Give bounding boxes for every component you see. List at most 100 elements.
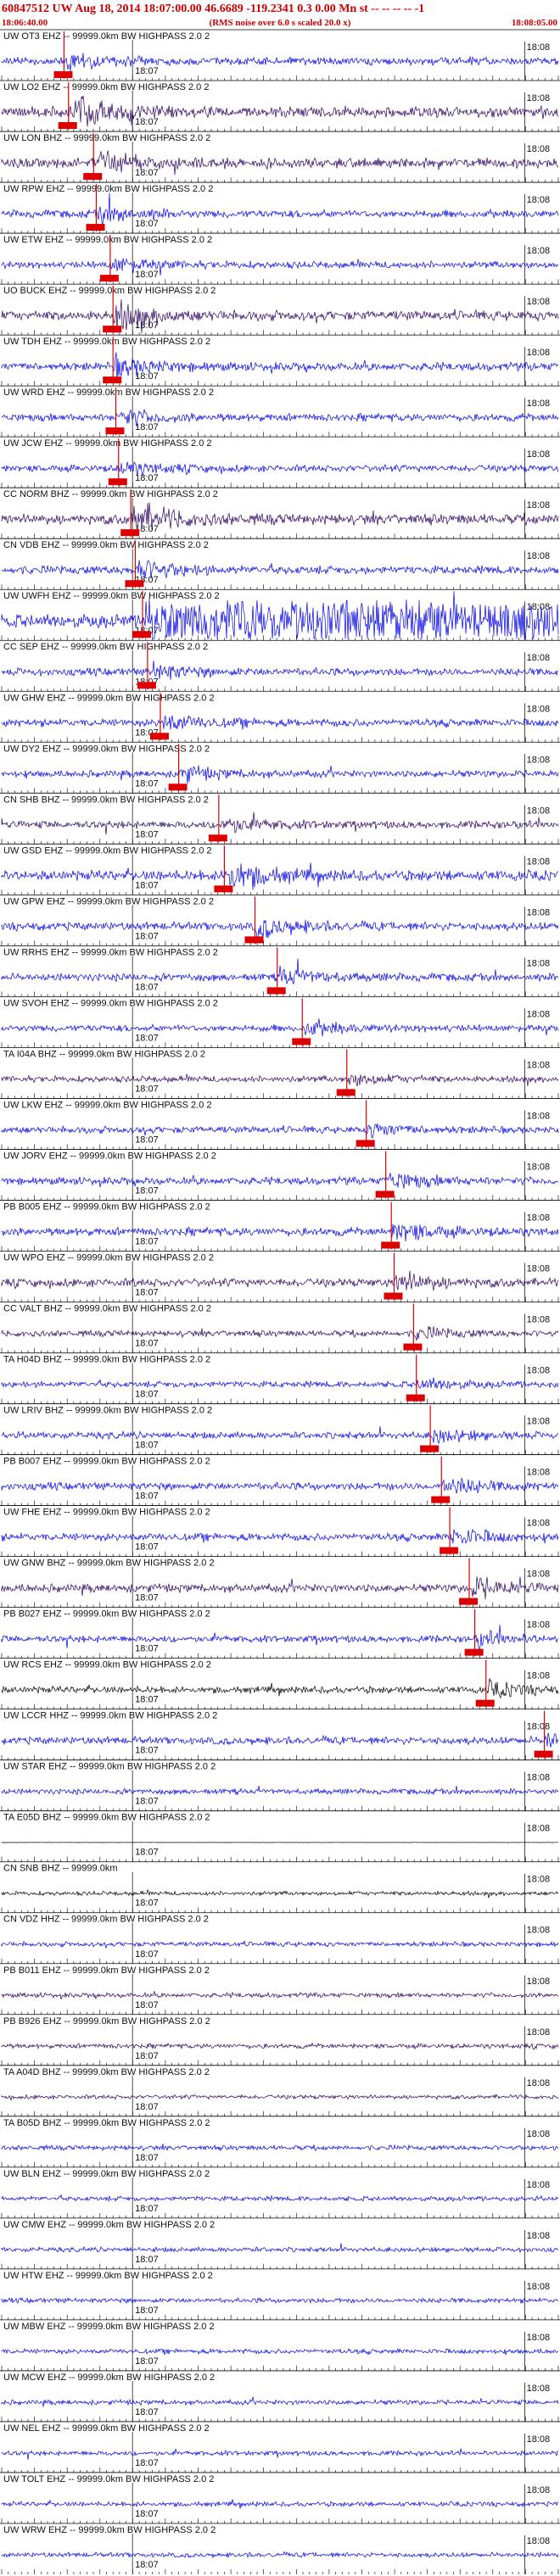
minute-label: 18:07 [135, 1288, 159, 1298]
minute-label: 18:07 [135, 1695, 159, 1705]
minute-label: 18:08 [527, 1570, 551, 1580]
pick-flag [99, 275, 119, 282]
minute-label: 18:07 [135, 168, 159, 178]
pick-flag [464, 1648, 484, 1656]
minute-label: 18:07 [135, 2458, 159, 2468]
minute-label: 18:08 [527, 1875, 551, 1885]
minute-label: 18:08 [527, 653, 551, 663]
station-label: TA H04D BHZ -- 99999.0km BW HIGHPASS 2.0… [3, 1355, 210, 1365]
station-label: UW LON BHZ -- 99999.0km BW HIGHPASS 2.0 … [3, 133, 210, 143]
minute-label: 18:07 [135, 1746, 159, 1756]
pick-flag [475, 1699, 495, 1707]
station-label: CN SNB BHZ -- 99999.0km [3, 1864, 117, 1874]
pick-flag [266, 987, 286, 995]
minute-label: 18:08 [527, 195, 551, 205]
minute-label: 18:08 [527, 246, 551, 256]
minute-label: 18:08 [527, 1926, 551, 1936]
minute-label: 18:07 [135, 1084, 159, 1094]
pick-flag [108, 478, 127, 486]
station-label: UW GSD EHZ -- 99999.0km BW HIGHPASS 2.0 … [3, 845, 212, 856]
minute-label: 18:08 [527, 2180, 551, 2190]
minute-label: 18:07 [135, 2255, 159, 2265]
pick-flag [406, 1394, 425, 1402]
pick-flag [403, 1343, 423, 1351]
minute-label: 18:07 [135, 1644, 159, 1654]
minute-label: 18:08 [527, 399, 551, 409]
minute-label: 18:08 [527, 1213, 551, 1223]
minute-label: 18:08 [527, 704, 551, 714]
minute-label: 18:07 [135, 2407, 159, 2417]
minute-label: 18:08 [527, 2536, 551, 2546]
station-label: UW HTW EHZ -- 99999.0km BW HIGHPASS 2.0 … [3, 2271, 213, 2281]
minute-label: 18:08 [527, 1468, 551, 1478]
minute-label: 18:07 [135, 880, 159, 890]
minute-label: 18:07 [135, 1797, 159, 1807]
station-label: UW RPW EHZ -- 99999.0km BW HIGHPASS 2.0 … [3, 184, 213, 194]
event-title: 60847512 UW Aug 18, 2014 18:07:00.00 46.… [2, 3, 424, 15]
station-label: UW LRIV BHZ -- 99999.0km BW HIGHPASS 2.0… [3, 1406, 212, 1416]
pick-flag [440, 1547, 459, 1554]
minute-label: 18:08 [527, 755, 551, 765]
pick-flag [431, 1496, 451, 1503]
station-label: PB B005 EHZ -- 99999.0km BW HIGHPASS 2.0… [3, 1202, 210, 1212]
station-label: UW WRW EHZ -- 99999.0km BW HIGHPASS 2.0 … [3, 2525, 216, 2535]
minute-label: 18:08 [527, 2384, 551, 2394]
minute-label: 18:08 [527, 42, 551, 53]
minute-label: 18:08 [527, 1773, 551, 1783]
station-label: UW LKW EHZ -- 99999.0km BW HIGHPASS 2.0 … [3, 1100, 212, 1110]
station-label: TA B05D BHZ -- 99999.0km BW HIGHPASS 2.0… [3, 2118, 210, 2128]
station-label: UW WRD EHZ -- 99999.0km BW HIGHPASS 2.0 … [3, 388, 214, 398]
minute-label: 18:08 [527, 2333, 551, 2343]
rms-note: (RMS noise over 6.0 s scaled 20.0 x) [210, 18, 351, 28]
station-label: UW ETW EHZ -- 99999.0km BW HIGHPASS 2.0 … [3, 235, 212, 245]
pick-flag [120, 529, 140, 537]
minute-label: 18:07 [135, 1135, 159, 1145]
pick-flag [103, 326, 122, 333]
station-label: UW LO2 EHZ -- 99999.0km BW HIGHPASS 2.0 … [3, 82, 209, 92]
station-label: TA E05D BHZ -- 99999.0km BW HIGHPASS 2.0… [3, 1813, 210, 1823]
station-label: UW BLN EHZ -- 99999.0km BW HIGHPASS 2.0 … [3, 2169, 210, 2179]
station-label: PB B007 EHZ -- 99999.0km BW HIGHPASS 2.0… [3, 1457, 210, 1467]
minute-label: 18:08 [527, 1315, 551, 1325]
pick-flag [149, 733, 169, 740]
minute-label: 18:07 [135, 1542, 159, 1553]
station-label: UW SVOH EHZ -- 99999.0km BW HIGHPASS 2.0… [3, 998, 218, 1008]
pick-flag [168, 783, 188, 791]
pick-flag [125, 580, 144, 588]
minute-label: 18:07 [135, 778, 159, 789]
minute-label: 18:08 [527, 348, 551, 358]
pick-flag [103, 376, 122, 384]
minute-label: 18:07 [135, 1492, 159, 1502]
minute-label: 18:08 [527, 2129, 551, 2139]
pick-flag [58, 122, 77, 130]
pick-flag [137, 682, 156, 689]
minute-label: 18:08 [527, 2485, 551, 2495]
minute-label: 18:07 [135, 931, 159, 941]
minute-label: 18:07 [135, 1848, 159, 1858]
minute-label: 18:07 [135, 422, 159, 432]
station-label: CN SHB BHZ -- 99999.0km BW HIGHPASS 2.0 … [3, 795, 209, 805]
minute-label: 18:07 [135, 1441, 159, 1451]
minute-label: 18:08 [527, 1162, 551, 1172]
minute-label: 18:08 [527, 1722, 551, 1732]
station-label: UW FHE EHZ -- 99999.0km BW HIGHPASS 2.0 … [3, 1508, 210, 1518]
minute-label: 18:08 [527, 449, 551, 460]
pick-flag [105, 427, 125, 435]
pick-flag [459, 1597, 479, 1605]
station-label: UW RRHS EHZ -- 99999.0km BW HIGHPASS 2.0… [3, 947, 218, 957]
minute-label: 18:07 [135, 982, 159, 992]
minute-label: 18:07 [135, 1236, 159, 1246]
minute-label: 18:08 [527, 1824, 551, 1834]
station-label: CC NORM BHZ -- 99999.0km BW HIGHPASS 2.0… [3, 489, 218, 499]
station-label: CN VDZ HHZ -- 99999.0km BW HIGHPASS 2.0 … [3, 1915, 209, 1925]
minute-label: 18:08 [527, 2434, 551, 2445]
minute-label: 18:07 [135, 1390, 159, 1400]
minute-label: 18:08 [527, 1366, 551, 1376]
minute-label: 18:07 [135, 1899, 159, 1909]
station-label: CC SEP EHZ -- 99999.0km BW HIGHPASS 2.0 … [3, 642, 208, 652]
minute-label: 18:08 [527, 1060, 551, 1070]
minute-label: 18:07 [135, 2306, 159, 2316]
station-label: CC VALT BHZ -- 99999.0km BW HIGHPASS 2.0… [3, 1304, 211, 1314]
station-label: UW MCW EHZ -- 99999.0km BW HIGHPASS 2.0 … [3, 2372, 215, 2383]
pick-flag [208, 834, 227, 842]
